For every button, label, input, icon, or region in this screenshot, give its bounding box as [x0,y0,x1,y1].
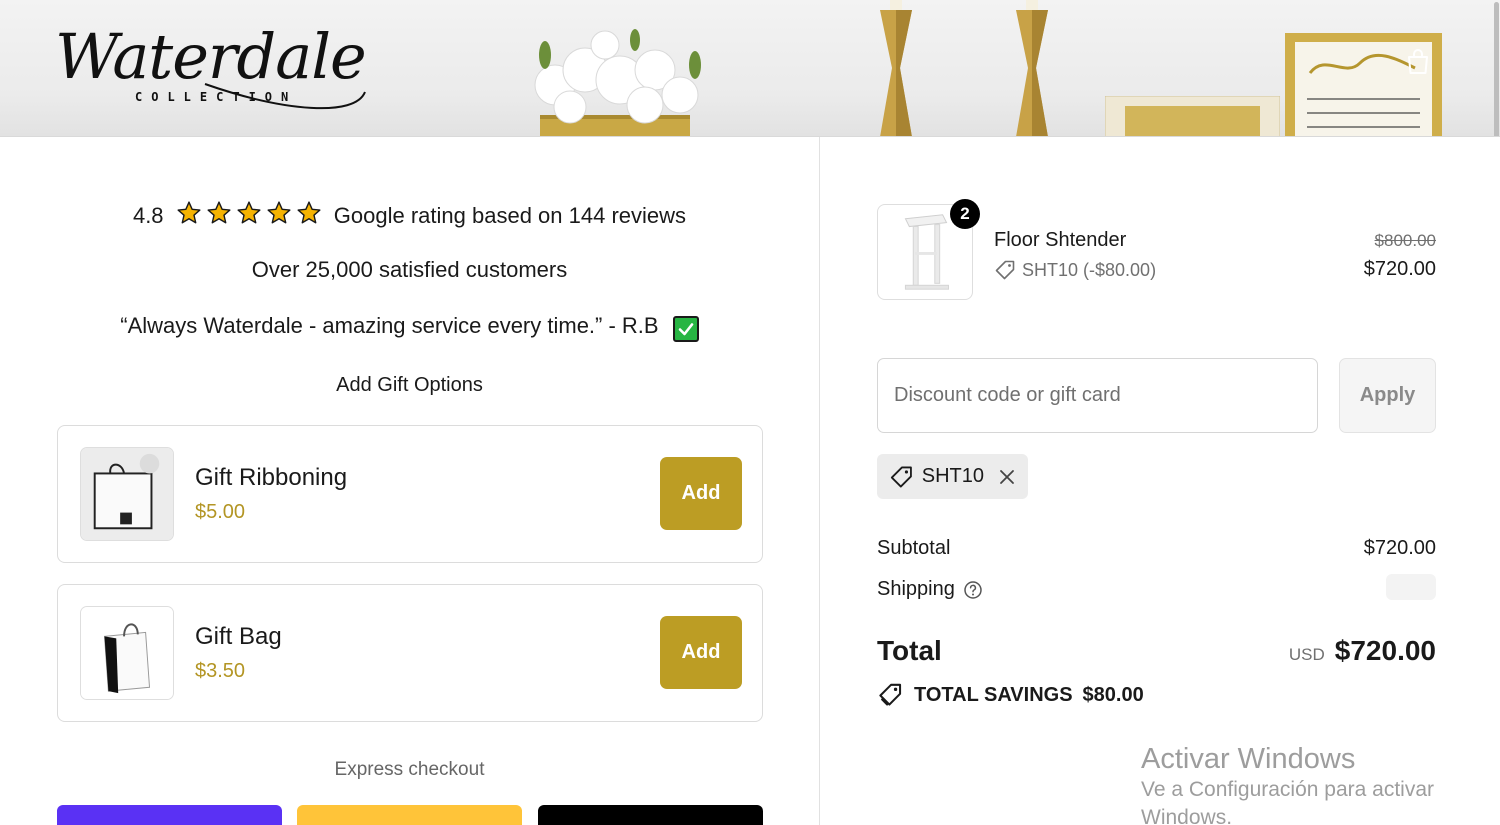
logo-wordmark: Waterdale [55,20,367,93]
product-original-price: $800.00 [1374,231,1436,250]
gift-option-price: $3.50 [195,660,246,682]
flowers-decoration [534,29,701,136]
add-gift-ribboning-button[interactable]: Add [660,457,742,530]
candlestick-right [1016,0,1048,136]
testimonial-quote: “Always Waterdale - amazing service ever… [120,313,659,338]
header-banner: Waterdale COLLECTION [0,0,1500,137]
total-value: USD $720.00 [1289,635,1436,667]
paypal-button[interactable] [297,805,522,825]
watermark-line-1: Ve a Configuración para activar [1141,778,1435,801]
brand-logo[interactable]: Waterdale COLLECTION [55,22,375,112]
subtotal-value: $720.00 [1363,537,1436,559]
product-discount: SHT10 (-$80.00) [994,259,1156,281]
total-savings: TOTAL SAVINGS $80.00 [877,682,1144,709]
gift-bag-image [80,606,174,700]
close-icon [1000,469,1014,484]
green-checkmark-icon [672,316,699,342]
gpay-button[interactable] [538,805,763,825]
shipping-row: Shipping [877,578,983,601]
express-checkout-label: Express checkout [334,759,485,780]
page-scrollbar[interactable] [1492,0,1500,136]
apply-discount-button[interactable]: Apply [1339,358,1436,433]
tag-icon [890,466,912,487]
savings-value: $80.00 [1082,684,1144,706]
shop-pay-button[interactable] [57,805,282,825]
subtotal-label: Subtotal [877,537,951,559]
left-column: 4.8 Google rating based on 144 reviews O… [0,137,819,825]
logo-subtitle: COLLECTION [135,90,298,104]
shipping-label: Shipping [877,578,955,600]
rating-line: 4.8 Google rating based on 144 reviews [0,200,819,229]
customers-line: Over 25,000 satisfied customers [251,257,568,282]
product-final-price: $720.00 [1363,258,1436,280]
remove-code-button[interactable] [998,468,1016,486]
star-icon [207,201,231,224]
shopping-bag-icon [1408,49,1428,74]
gift-option-price: $5.00 [195,501,246,523]
gift-options-heading: Add Gift Options [336,374,483,396]
product-discount-label: SHT10 (-$80.00) [1022,259,1157,280]
gift-option-bag: Gift Bag $3.50 Add [57,584,763,722]
rating-value: 4.8 [132,203,164,228]
cart-button[interactable] [1400,44,1436,80]
testimonial-line: “Always Waterdale - amazing service ever… [0,313,819,342]
star-icon [177,201,201,224]
gift-option-title: Gift Ribboning [195,464,348,491]
star-icon [267,201,291,224]
order-summary: 2 Floor Shtender SHT10 (-$80.00) $800.00… [820,137,1500,825]
savings-label: TOTAL SAVINGS [914,684,1073,706]
shipping-value-placeholder [1386,574,1436,600]
windows-activation-watermark: Activar Windows Ve a Configuración para … [1141,742,1434,825]
gift-option-title: Gift Bag [195,623,282,650]
product-name: Floor Shtender [994,229,1127,251]
gift-ribboning-image [80,447,174,541]
star-icon [237,201,261,224]
quantity-badge: 2 [950,199,980,229]
watermark-title: Activar Windows [1141,743,1356,775]
gift-option-ribboning: Gift Ribboning $5.00 Add [57,425,763,563]
total-label: Total [877,635,942,666]
applied-code-chip: SHT10 [877,454,1028,499]
discount-code-input[interactable] [877,358,1318,433]
total-amount: $720.00 [1334,635,1436,666]
glass-box-decoration [1105,96,1280,136]
rating-text: Google rating based on 144 reviews [333,203,687,228]
total-currency: USD [1288,645,1325,664]
applied-code-text: SHT10 [921,465,984,487]
watermark-line-2: Windows. [1141,806,1233,825]
savings-tag-icon [879,683,902,706]
tag-icon [995,260,1015,280]
candlestick-left [880,0,912,136]
rating-stars [176,200,322,226]
add-gift-bag-button[interactable]: Add [660,616,742,689]
help-circle-icon[interactable] [963,580,983,600]
star-icon [297,201,321,224]
